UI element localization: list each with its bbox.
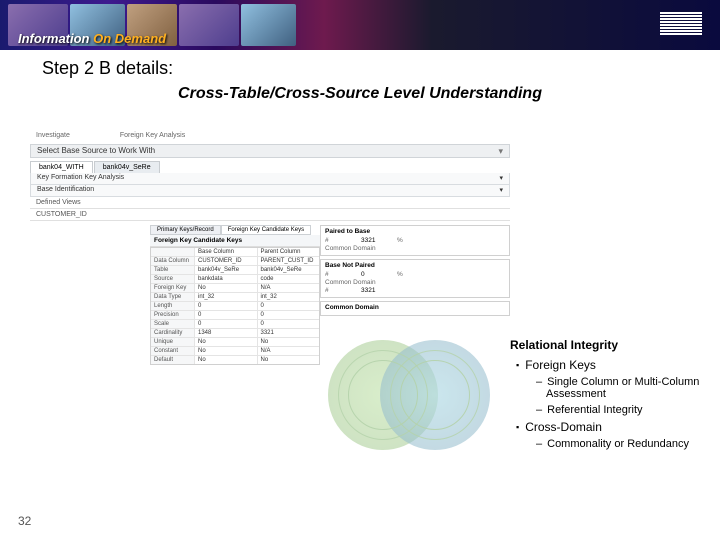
defined-view-label: Defined Views (36, 199, 81, 206)
row-key-formation[interactable]: Key Formation Key Analysis ▾ (30, 173, 510, 185)
common-domain-box: Common Domain (320, 301, 510, 316)
mid-table-col: Primary Keys/Record Foreign Key Candidat… (150, 225, 320, 470)
table-row: Cardinality13483321 (151, 329, 319, 338)
header-banner: Information On Demand (0, 0, 720, 50)
source-tabs: bank04_WITH bank04v_SeRe (30, 161, 510, 173)
table-row: Scale00 (151, 320, 319, 329)
table-row: Data ColumnCUSTOMER_IDPARENT_CUST_ID (151, 257, 319, 266)
row-label: Base Identification (37, 186, 94, 195)
table-row: Foreign KeyNoN/A (151, 284, 319, 293)
paired-row: Common Domain (325, 245, 505, 252)
table-row: Precision00 (151, 311, 319, 320)
select-bar[interactable]: Select Base Source to Work With ▾ (30, 144, 510, 158)
common-domain-header: Common Domain (325, 304, 505, 311)
tab-source-1[interactable]: bank04_WITH (30, 161, 93, 173)
list-item: Foreign Keys (516, 358, 700, 372)
brand-post: On Demand (93, 31, 166, 46)
paired-to-base-box: Paired to Base # 3321 % Common Domain (320, 225, 510, 256)
venn-ring (400, 360, 470, 430)
mini-tabs: Primary Keys/Record Foreign Key Candidat… (150, 225, 320, 235)
defined-value-row: CUSTOMER_ID (30, 209, 510, 221)
mini-header: Foreign Key Candidate Keys (150, 235, 320, 247)
right-venn-col: Paired to Base # 3321 % Common Domain Ba… (320, 225, 510, 470)
subtitle: Cross-Table/Cross-Source Level Understan… (0, 85, 720, 103)
panel-heading: Relational Integrity (510, 338, 700, 352)
brand-pre: Information (18, 31, 90, 46)
kv-header: Base Column (195, 248, 257, 256)
ibm-logo (660, 12, 702, 35)
screenshot-panel: Investigate Foreign Key Analysis Select … (30, 130, 510, 410)
table-row: Sourcebankdatacode (151, 275, 319, 284)
kv-header: Parent Column (257, 248, 320, 256)
kv-header (151, 248, 195, 256)
paired-row: Common Domain (325, 279, 505, 286)
paired-header: Paired to Base (325, 228, 505, 235)
venn-diagram (320, 320, 500, 470)
paired-row: # 3321 (325, 287, 505, 294)
breadcrumb: Investigate Foreign Key Analysis (30, 130, 510, 141)
list-item: Cross-Domain (516, 420, 700, 434)
chevron-down-icon: ▾ (499, 174, 503, 183)
select-bar-label: Select Base Source to Work With (37, 146, 155, 155)
panel-list: Foreign Keys Single Column or Multi-Colu… (516, 358, 700, 450)
text-panel: Relational Integrity Foreign Keys Single… (510, 338, 700, 454)
table-row: DefaultNoNo (151, 356, 319, 364)
crumb: Foreign Key Analysis (120, 132, 185, 139)
mini-tab-fk[interactable]: Foreign Key Candidate Keys (221, 225, 311, 235)
tab-source-2[interactable]: bank04v_SeRe (94, 161, 160, 173)
paired-row: # 3321 % (325, 237, 505, 244)
paired-row: # 0 % (325, 271, 505, 278)
list-item: Referential Integrity (536, 404, 700, 416)
chevron-down-icon: ▾ (499, 186, 503, 195)
defined-value: CUSTOMER_ID (36, 211, 87, 218)
list-item: Commonality or Redundancy (536, 438, 700, 450)
defined-view-row: Defined Views (30, 197, 510, 209)
kv-header-row: Base Column Parent Column (151, 248, 319, 257)
table-row: ConstantNoN/A (151, 347, 319, 356)
table-row: Length00 (151, 302, 319, 311)
thumb (241, 4, 296, 46)
table-row: Tablebank04v_SeRebank04v_SeRe (151, 266, 319, 275)
thumb (179, 4, 239, 46)
kv-table: Base Column Parent Column Data ColumnCUS… (150, 247, 320, 365)
step-label: Step 2 B details: (42, 58, 720, 79)
table-row: Data Typeint_32int_32 (151, 293, 319, 302)
row-base-identification[interactable]: Base Identification ▾ (30, 185, 510, 197)
left-empty-col (30, 225, 150, 470)
crumb: Investigate (36, 132, 70, 139)
row-label: Key Formation Key Analysis (37, 174, 124, 183)
paired-header: Base Not Paired (325, 262, 505, 269)
mini-tab-primary[interactable]: Primary Keys/Record (150, 225, 221, 235)
table-row: UniqueNoNo (151, 338, 319, 347)
base-not-paired-box: Base Not Paired # 0 % Common Domain # 33… (320, 259, 510, 298)
list-item: Single Column or Multi-Column Assessment (536, 376, 700, 400)
page-number: 32 (18, 514, 31, 528)
brand-logo: Information On Demand (18, 31, 166, 46)
chevron-down-icon: ▾ (498, 146, 503, 157)
